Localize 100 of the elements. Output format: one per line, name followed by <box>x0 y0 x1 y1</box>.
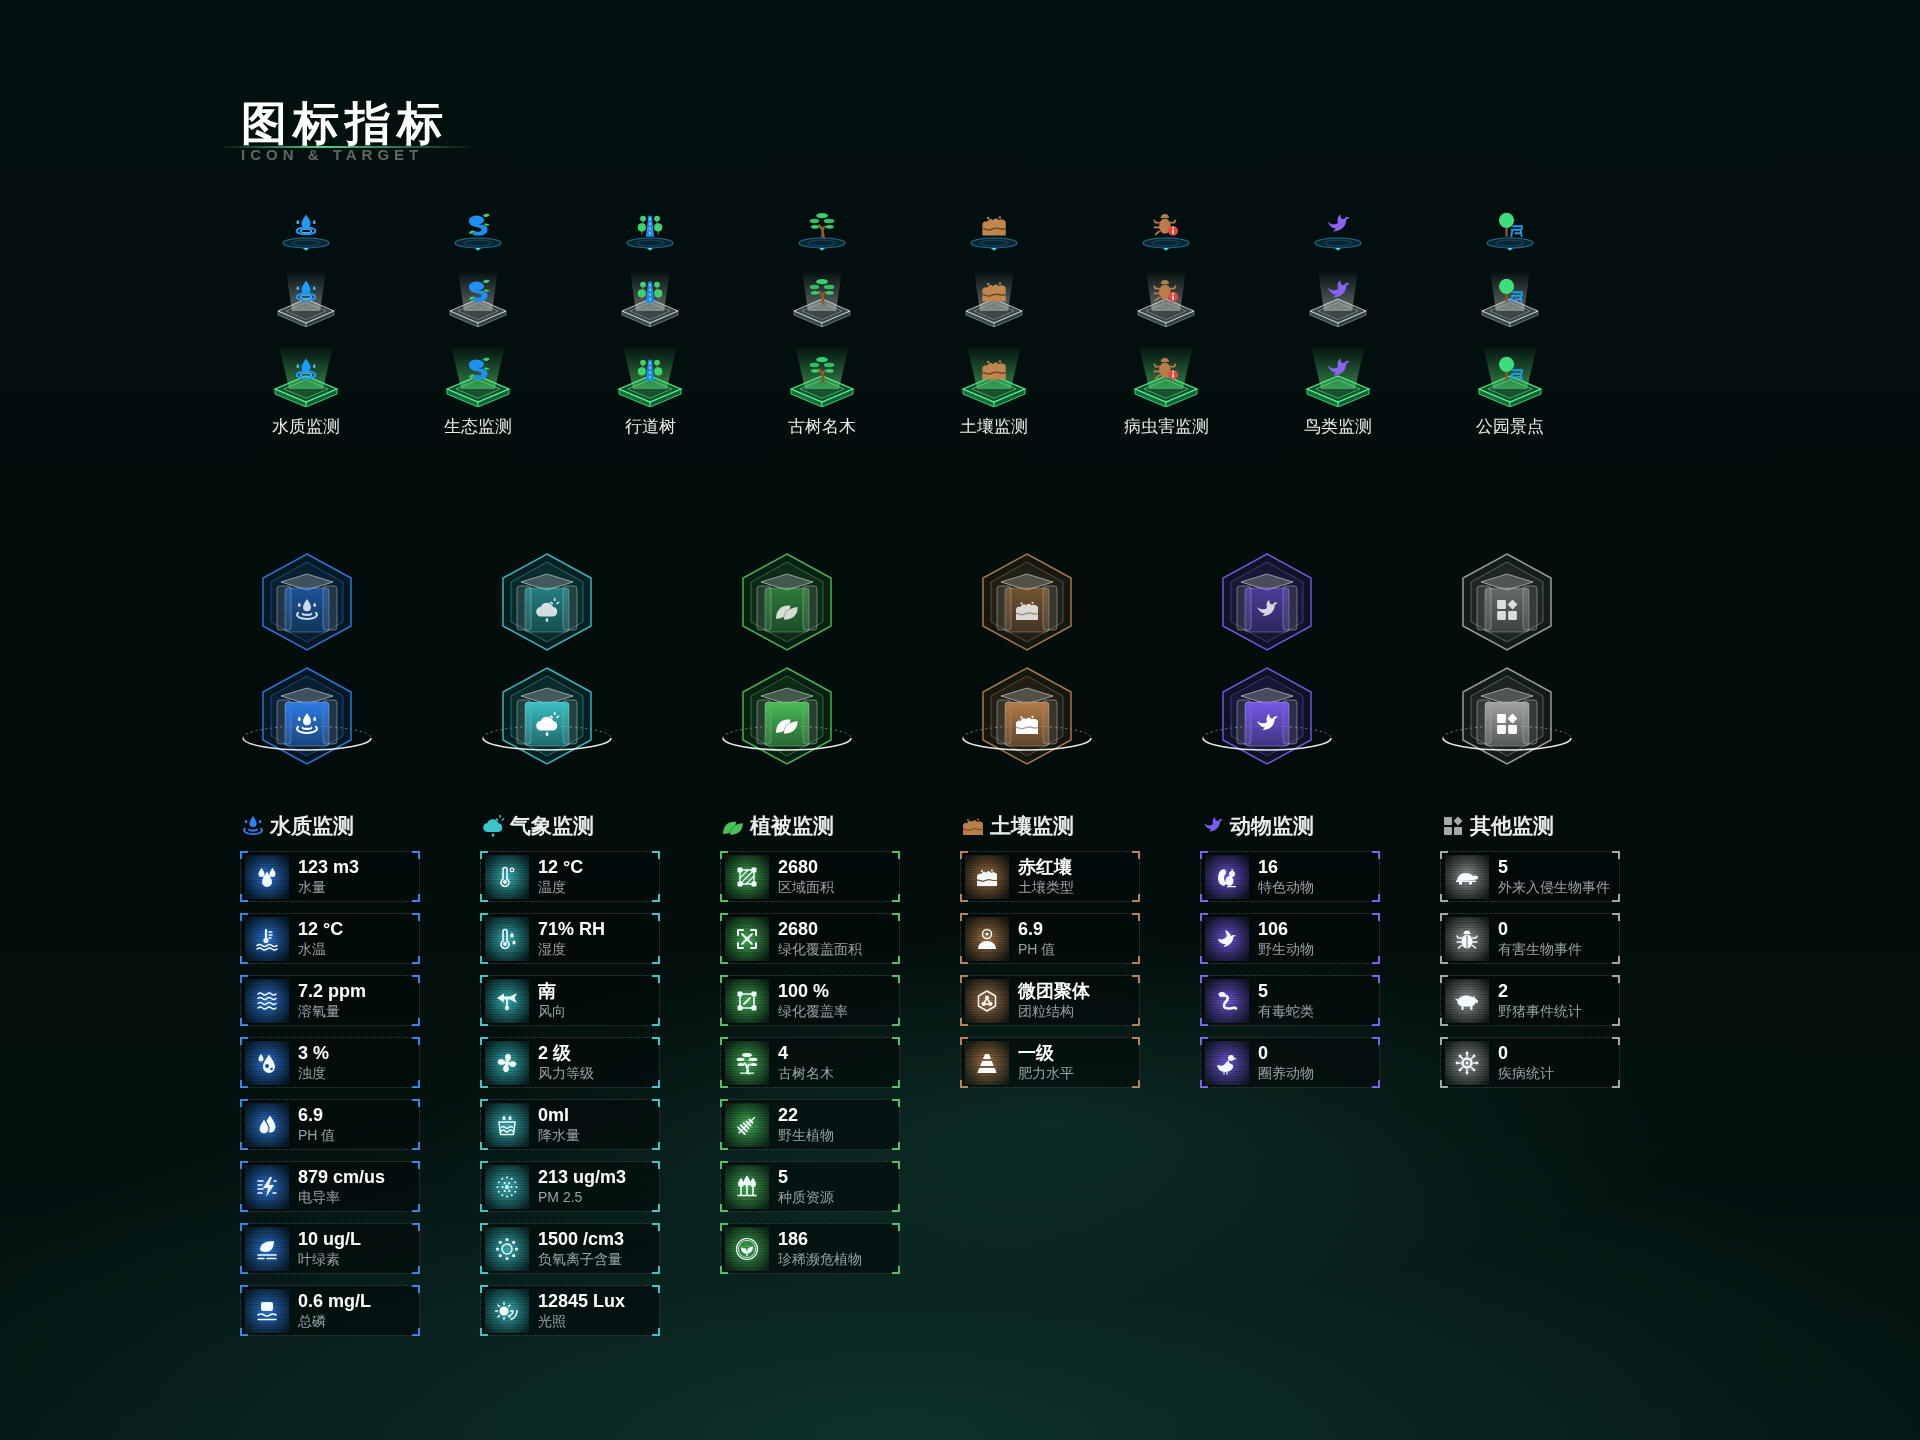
metric-value: 2680 <box>778 919 819 940</box>
ion-ring-icon <box>485 1226 529 1271</box>
hatched-square-icon <box>725 854 769 899</box>
section-title: 水质监测 <box>270 813 354 839</box>
hexagon-molecule-icon <box>965 978 1009 1023</box>
metric-label: 团粒结构 <box>1018 1002 1074 1020</box>
snake-icon <box>1205 978 1249 1023</box>
metric-value: 213 ug/m3 <box>538 1167 627 1188</box>
section-title: 其他监测 <box>1470 813 1554 839</box>
section-title: 气象监测 <box>510 813 594 839</box>
metric-value: 0 <box>1498 1043 1508 1064</box>
beaker-drops-icon <box>485 1102 529 1147</box>
squirrel-icon <box>1205 854 1249 899</box>
ringed-hexagon-grid-icon <box>1440 666 1574 766</box>
metric-label: 溶氧量 <box>298 1002 340 1020</box>
metric-label: 有害生物事件 <box>1498 940 1582 958</box>
thermometer-icon <box>485 854 529 899</box>
metric-value: 100 % <box>778 981 830 1002</box>
ringed-hexagon-water-drop-icon <box>240 666 374 766</box>
metric-value: 16 <box>1258 857 1279 878</box>
metric-value: 10 ug/L <box>298 1229 361 1250</box>
metric-label: 圈养动物 <box>1258 1064 1314 1082</box>
icon-label: 鸟类监测 <box>1304 416 1372 438</box>
metric-value: 0 <box>1498 919 1508 940</box>
metric-label: 特色动物 <box>1258 878 1314 896</box>
metric-value: 0 <box>1258 1043 1268 1064</box>
fern-leaf-icon <box>725 1102 769 1147</box>
metric-value: 0ml <box>538 1105 570 1126</box>
hexagon-bird-icon <box>1219 552 1315 652</box>
beetle-icon <box>1445 916 1489 961</box>
fan-icon <box>485 1040 529 1085</box>
boar-icon <box>1445 978 1489 1023</box>
metric-value: 12 °C <box>538 857 584 878</box>
dove-icon <box>1205 916 1249 961</box>
metric-value: 3 % <box>298 1043 330 1064</box>
metric-label: 肥力水平 <box>1018 1064 1074 1082</box>
metric-value: 186 <box>778 1229 809 1250</box>
metric-label: PM 2.5 <box>538 1188 583 1206</box>
hexagon-water-drop-icon <box>259 552 355 652</box>
drops-bubbles-icon <box>245 1040 289 1085</box>
metric-label: 绿化覆盖率 <box>778 1002 848 1020</box>
metric-label: 野猪事件统计 <box>1498 1002 1582 1020</box>
circle-mound-icon <box>965 916 1009 961</box>
block-lines-icon <box>245 1288 289 1333</box>
metric-label: 水温 <box>298 940 326 958</box>
diagonal-square-icon <box>725 978 769 1023</box>
section-title: 植被监测 <box>750 813 834 839</box>
wind-vane-icon <box>485 978 529 1023</box>
icon-label: 公园景点 <box>1476 416 1544 438</box>
metric-value: 5 <box>778 1167 788 1188</box>
sun-icon <box>485 1288 529 1333</box>
ringed-hexagon-leaves-icon <box>720 666 854 766</box>
metric-value: 一级 <box>1018 1043 1054 1064</box>
hexagon-leaves-icon <box>739 552 835 652</box>
metric-label: 土壤类型 <box>1018 878 1074 896</box>
metric-value: 2 <box>1498 981 1508 1002</box>
metric-label: 浊度 <box>298 1064 326 1082</box>
ringed-hexagon-soil-mound-icon <box>960 666 1094 766</box>
metric-value: 0.6 mg/L <box>298 1291 372 1312</box>
metric-value: 123 m3 <box>298 857 360 878</box>
icon-label: 古树名木 <box>788 416 856 438</box>
metric-value: 71% RH <box>538 919 606 940</box>
thermometer-waves-icon <box>245 916 289 961</box>
hexagon-cloud-icon <box>499 552 595 652</box>
virus-icon <box>1445 1040 1489 1085</box>
bonsai-tree-icon <box>725 1040 769 1085</box>
metric-value: 赤红壤 <box>1018 857 1072 878</box>
metric-value: 22 <box>778 1105 799 1126</box>
leaf-lines-icon <box>245 1226 289 1271</box>
section-title: 动物监测 <box>1230 813 1314 839</box>
metric-value: 2 级 <box>538 1043 571 1064</box>
metric-label: PH 值 <box>298 1126 336 1144</box>
metric-value: 5 <box>1258 981 1268 1002</box>
metric-label: 光照 <box>538 1312 566 1330</box>
sprout-circle-icon <box>725 1226 769 1271</box>
metric-label: 古树名木 <box>778 1064 834 1082</box>
metric-label: 电导率 <box>298 1188 340 1206</box>
metric-label: 野生动物 <box>1258 940 1314 958</box>
metric-label: 总磷 <box>298 1312 326 1330</box>
soil-mound-icon <box>965 854 1009 899</box>
metric-label: 外来入侵生物事件 <box>1498 878 1610 896</box>
metric-value: 7.2 ppm <box>298 981 367 1002</box>
metric-value: 4 <box>778 1043 788 1064</box>
metric-label: 疾病统计 <box>1498 1064 1554 1082</box>
metric-value: 微团聚体 <box>1018 981 1090 1002</box>
metric-label: 有毒蛇类 <box>1258 1002 1314 1020</box>
double-drop-icon <box>245 1102 289 1147</box>
water-drops-icon <box>245 854 289 899</box>
metric-label: 绿化覆盖面积 <box>778 940 862 958</box>
metric-value: 12 °C <box>298 919 344 940</box>
page-title: 图标指标 <box>241 100 449 146</box>
icon-label: 土壤监测 <box>960 416 1028 438</box>
page-subtitle: ICON & TARGET <box>241 147 424 162</box>
metric-label: 野生植物 <box>778 1126 834 1144</box>
metric-label: 风向 <box>538 1002 566 1020</box>
metric-value: 6.9 <box>298 1105 324 1126</box>
waves-icon <box>245 978 289 1023</box>
metric-label: 区域面积 <box>778 878 834 896</box>
metric-label: 温度 <box>538 878 566 896</box>
metric-value: 南 <box>538 981 556 1002</box>
